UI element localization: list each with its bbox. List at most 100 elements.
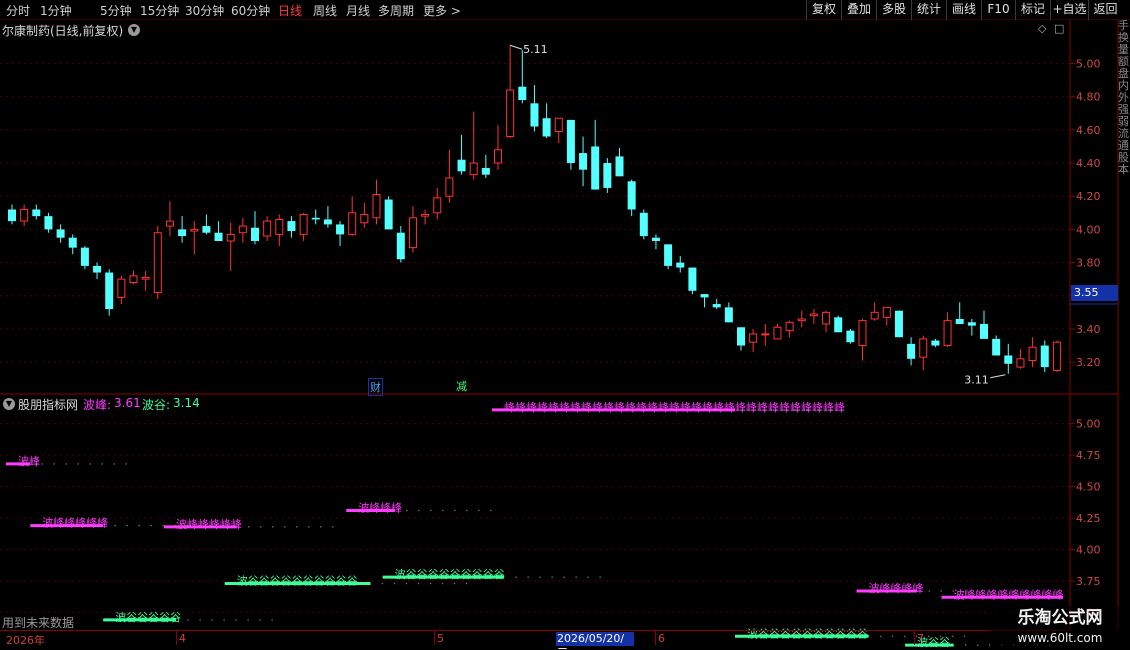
projection-dot [587, 576, 589, 578]
candle [664, 244, 673, 270]
candle-body [858, 320, 867, 347]
candle [44, 212, 53, 233]
candlestick-chart[interactable]: 3.203.403.603.804.004.204.404.604.805.00… [0, 0, 1130, 650]
candle [1016, 348, 1025, 369]
candle-body [627, 181, 636, 210]
projection-dot [453, 582, 456, 585]
candle-body [651, 237, 660, 242]
candle-body [20, 208, 29, 222]
candle-body [408, 217, 417, 249]
candle [591, 119, 600, 190]
candle-body [1052, 341, 1061, 371]
chevron-down-icon[interactable]: ▼ [3, 398, 15, 410]
low-price-label: 3.11 [964, 374, 989, 387]
candle-body [554, 117, 563, 133]
reduce-marker[interactable]: 减 [455, 378, 468, 394]
candle [506, 45, 515, 139]
candle [639, 209, 648, 240]
peak-segment: 峰峰峰峰峰峰峰峰峰峰峰峰峰峰峰峰峰峰峰峰峰峰峰峰峰峰峰峰峰峰峰 [492, 401, 845, 414]
candle-body [846, 330, 855, 343]
y-tick-label: 4.20 [1076, 190, 1101, 203]
projection-dot [454, 509, 456, 512]
projection-dot [125, 463, 128, 465]
candle-body [80, 247, 89, 266]
candle [530, 85, 539, 132]
candle [1040, 340, 1049, 373]
candle [846, 328, 855, 344]
candle-body [834, 317, 843, 333]
projection-dot [806, 409, 808, 411]
date-separator [655, 631, 656, 645]
candle-body [190, 228, 199, 232]
projection-dot [429, 582, 432, 585]
candle-body [384, 199, 393, 230]
date-separator [434, 631, 435, 645]
candle [992, 335, 1001, 356]
y-tick-label: 4.00 [1076, 223, 1101, 236]
peak-text: 波峰峰峰峰 [869, 582, 924, 595]
candle [931, 338, 940, 348]
candle-body [809, 313, 818, 317]
projection-dot [563, 576, 565, 578]
projection-dot [527, 576, 529, 578]
candle [603, 158, 612, 193]
candle-body [93, 265, 102, 273]
candle [68, 234, 77, 255]
projection-dot [599, 576, 601, 578]
side-info-strip[interactable]: 手换量额盘内外强弱流通股本 [1118, 20, 1130, 630]
high-price-label: 5.11 [523, 43, 548, 56]
candle-body [894, 310, 903, 338]
watermark-url: www.60lt.com [1017, 631, 1103, 645]
indicator-y-tick-label: 4.75 [1076, 449, 1101, 462]
watermark-title: 乐淘公式网 [1017, 608, 1103, 628]
projection-dot [539, 576, 541, 578]
projection-dot [223, 619, 225, 621]
future-data-note: 用到未来数据 [2, 616, 75, 630]
projection-dot [430, 509, 432, 512]
candle [724, 302, 733, 323]
projection-dot [271, 619, 273, 621]
candle [202, 214, 211, 235]
candle-body [822, 311, 831, 325]
candle [1004, 343, 1013, 374]
finance-marker[interactable]: 财 [368, 378, 383, 396]
candle [773, 323, 782, 340]
candle [457, 134, 466, 175]
candle [8, 204, 16, 225]
indicator-title: 股朋指标网 [18, 398, 79, 412]
candle-body [202, 226, 211, 233]
candle [566, 119, 575, 170]
projection-dot [515, 576, 517, 578]
candle-body [1004, 355, 1013, 364]
peak-value: 3.61 [114, 396, 141, 410]
candle-body [773, 326, 782, 340]
candle-body [566, 119, 575, 164]
watermark: 乐淘公式网 www.60lt.com [990, 606, 1130, 650]
date-separator [914, 631, 915, 645]
candle [688, 267, 697, 295]
candle [141, 270, 150, 291]
projection-dot [65, 463, 68, 465]
candle [481, 154, 490, 178]
candle-body [311, 217, 320, 220]
candle-body [348, 212, 357, 235]
candle-body [178, 229, 187, 237]
candle-body [919, 338, 928, 358]
candle [80, 245, 89, 270]
candle-body [1028, 346, 1037, 361]
projection-dot [284, 526, 286, 528]
candle-body [117, 278, 126, 298]
candle-body [639, 212, 648, 237]
candle [1028, 337, 1037, 368]
candle [797, 310, 806, 328]
candle [579, 136, 588, 187]
candle-body [542, 118, 551, 137]
candle-body [761, 333, 770, 336]
candle [469, 111, 478, 180]
projection-dot [53, 463, 56, 465]
trough-text: 波谷谷谷谷谷谷谷谷谷 [395, 568, 505, 581]
peak-label: 波峰: [83, 398, 112, 412]
candle [421, 209, 430, 225]
candle [323, 206, 332, 228]
projection-dot [794, 409, 796, 411]
